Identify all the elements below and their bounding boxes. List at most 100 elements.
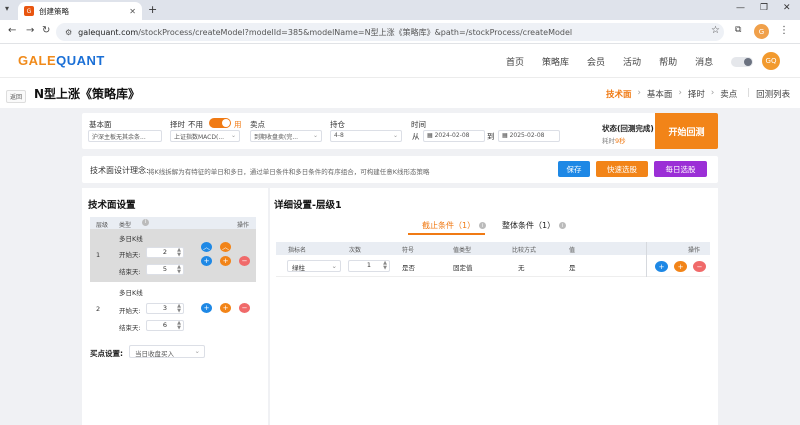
col-type: 类型 [119,222,132,229]
plus-icon[interactable]: + [220,256,231,266]
count-stepper[interactable]: 1 ▲ ▼ [348,260,390,272]
site-info-icon[interactable]: ⚙ [65,28,72,37]
column-divider [646,242,647,277]
timing-select[interactable]: 上证指数MACD(... ⌄ [170,130,240,142]
tab-overall-conditions[interactable]: 整体条件（1） i [502,220,567,231]
browser-profile-avatar[interactable]: G [754,24,769,39]
plus-icon[interactable]: + [655,261,668,272]
info-icon[interactable]: i [142,219,149,226]
step-technical[interactable]: 技术面 [606,88,632,100]
col-count: 次数 [349,247,362,254]
spinner-icon[interactable]: ▲ ▼ [177,248,181,258]
timing-switch[interactable] [209,118,231,128]
minimize-icon[interactable]: — [736,3,745,13]
theme-toggle[interactable] [731,57,753,67]
step-sell[interactable]: 卖点 [720,88,737,100]
close-icon[interactable]: ✕ [129,7,136,16]
spinner-icon[interactable]: ▲ ▼ [177,304,181,314]
forward-arrow-icon[interactable]: → [26,25,34,36]
hold-select[interactable]: 4-8 ⌄ [330,130,402,142]
start-backtest-button[interactable]: 开始回测 [655,113,718,149]
value-type-value: 固定值 [453,264,473,272]
active-tab-indicator [408,233,485,235]
menu-item-strategy-library[interactable]: 策略库 [542,55,569,68]
fundamental-select[interactable]: 沪深主板无其余条... [88,130,162,142]
menu-item-membership[interactable]: 会员 [587,55,605,68]
sell-label: 卖点 [250,120,265,129]
tab-overall-label: 整体条件（1） [502,221,556,230]
window-close-icon[interactable]: ✕ [783,3,791,13]
chevron-down-icon: ⌄ [312,132,318,139]
minus-icon[interactable]: − [693,261,706,272]
plus-icon[interactable]: + [201,256,212,266]
menu-item-messages[interactable]: 消息 [695,55,713,68]
logo[interactable]: GALEQUANT [18,53,105,68]
level-table: 层级 类型 i 操作 1 多日K线 开始天: 2 ▲ ▼ 结束天: 5 ▲ ▼ ︿ ︿ … [90,217,256,340]
filter-bar: 基本面 沪深主板无其余条... 择时 不用 用 上证指数MACD(... ⌄ 卖点… [82,113,718,149]
time-to-label: 到 [487,132,495,141]
tab-filter-conditions[interactable]: 截止条件（1） i [422,220,487,231]
favicon-icon: G [24,6,34,16]
spinner-icon[interactable]: ▲ ▼ [177,321,181,331]
start-day-stepper[interactable]: 2 ▲ ▼ [146,247,184,258]
info-icon[interactable]: i [559,222,567,229]
start-day-label: 开始天: [119,307,141,315]
chevron-right-icon: › [710,88,715,98]
back-arrow-icon[interactable]: ← [8,25,16,36]
chevron-up-icon[interactable]: ︿ [201,242,212,252]
quick-pick-button[interactable]: 快速选股 [596,161,648,177]
tab-search-icon[interactable]: ▾ [5,4,9,13]
buy-setting-select[interactable]: 当日收盘买入 ⌄ [129,345,205,358]
plus-icon[interactable]: + [201,303,212,313]
maximize-icon[interactable]: ❐ [760,3,768,13]
spinner-icon[interactable]: ▲ ▼ [177,265,181,275]
table-row[interactable]: 1 多日K线 开始天: 2 ▲ ▼ 结束天: 5 ▲ ▼ ︿ ︿ + + − [90,229,256,282]
spinner-icon[interactable]: ▲ ▼ [383,261,387,271]
daily-pick-button[interactable]: 每日选股 [654,161,707,177]
user-avatar[interactable]: GQ [762,52,780,70]
url-host: galequant.com [78,27,139,37]
end-day-value: 6 [162,321,168,329]
info-icon[interactable]: i [479,222,487,229]
minus-icon[interactable]: − [239,303,250,313]
browser-menu-icon[interactable]: ⋮ [779,25,789,36]
date-from-input[interactable]: ▦ 2024-02-08 [423,130,485,142]
extensions-icon[interactable]: ⧉ [735,25,741,35]
menu-item-help[interactable]: 帮助 [659,55,677,68]
date-to-input[interactable]: ▦ 2025-02-08 [498,130,560,142]
start-day-stepper[interactable]: 3 ▲ ▼ [146,303,184,314]
save-button[interactable]: 保存 [558,161,590,177]
table-row[interactable]: 绿柱 ⌄ 1 ▲ ▼ 是否 固定值 无 是 + + − [276,255,710,277]
backtest-duration: 耗时9秒 [602,135,626,145]
url-input[interactable]: ⚙ galequant.com/stockProcess/createModel… [56,23,724,41]
end-day-stepper[interactable]: 5 ▲ ▼ [146,264,184,275]
logo-part-quant: QUANT [56,53,105,68]
panel-title: 技术面设置 [88,200,136,211]
reload-icon[interactable]: ↻ [42,25,50,36]
step-fundamental[interactable]: 基本面 [647,88,673,100]
row-type: 多日K线 [119,289,143,297]
end-day-stepper[interactable]: 6 ▲ ▼ [146,320,184,331]
plus-icon[interactable]: + [220,303,231,313]
col-symbol: 符号 [402,247,415,254]
table-row[interactable]: 2 多日K线 开始天: 3 ▲ ▼ 结束天: 6 ▲ ▼ + + − [90,282,256,340]
backtest-list-link[interactable]: 回测列表 [756,88,790,100]
indicator-select[interactable]: 绿柱 ⌄ [287,260,341,272]
calendar-icon: ▦ [502,132,510,139]
new-tab-icon[interactable]: + [148,3,157,16]
menu-item-activity[interactable]: 活动 [623,55,641,68]
backtest-status: 状态(回测完成) [602,124,654,133]
chevron-up-icon[interactable]: ︿ [220,242,231,252]
plus-icon[interactable]: + [674,261,687,272]
bookmark-star-icon[interactable]: ☆ [711,25,720,36]
sell-select[interactable]: 到期收盘卖(完... ⌄ [250,130,322,142]
step-timing[interactable]: 择时 [688,88,705,100]
divider: | [747,88,751,98]
timing-value: 上证指数MACD(... [174,134,225,141]
timing-off-label: 不用 [188,120,203,129]
back-button[interactable]: 返回 [6,90,27,103]
minus-icon[interactable]: − [239,256,250,266]
col-ops: 操作 [688,247,701,254]
menu-item-home[interactable]: 首页 [506,55,524,68]
browser-tab[interactable]: G 创建策略 ✕ [18,2,142,20]
